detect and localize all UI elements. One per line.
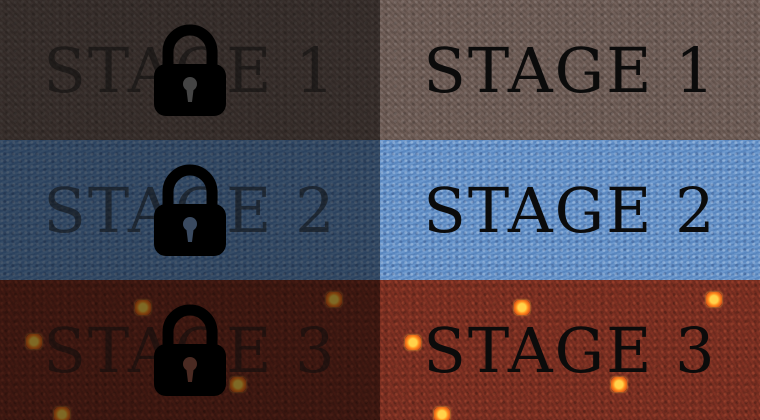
ember-icon [54,407,70,420]
lock-icon [154,24,226,116]
ember-icon [405,335,421,350]
stage-2-button[interactable]: STAGE 2 [380,140,760,280]
stage-1-label: STAGE 1 [423,33,717,107]
stage-3-button[interactable]: STAGE 3 [380,280,760,420]
stage-select-grid: STAGE 1 STAGE 1 STAGE 2 STAGE 2 STAGE 3 [0,0,760,420]
lock-icon [154,164,226,256]
ember-icon [326,292,342,307]
ember-icon [706,292,722,307]
stage-3-locked-tile: STAGE 3 [0,280,380,420]
stage-2-label: STAGE 2 [423,173,717,247]
stage-3-label: STAGE 3 [423,313,717,387]
stage-1-button[interactable]: STAGE 1 [380,0,760,140]
lock-icon [154,304,226,396]
ember-icon [26,334,42,349]
stage-2-locked-tile: STAGE 2 [0,140,380,280]
ember-icon [434,407,450,420]
stage-1-locked-tile: STAGE 1 [0,0,380,140]
